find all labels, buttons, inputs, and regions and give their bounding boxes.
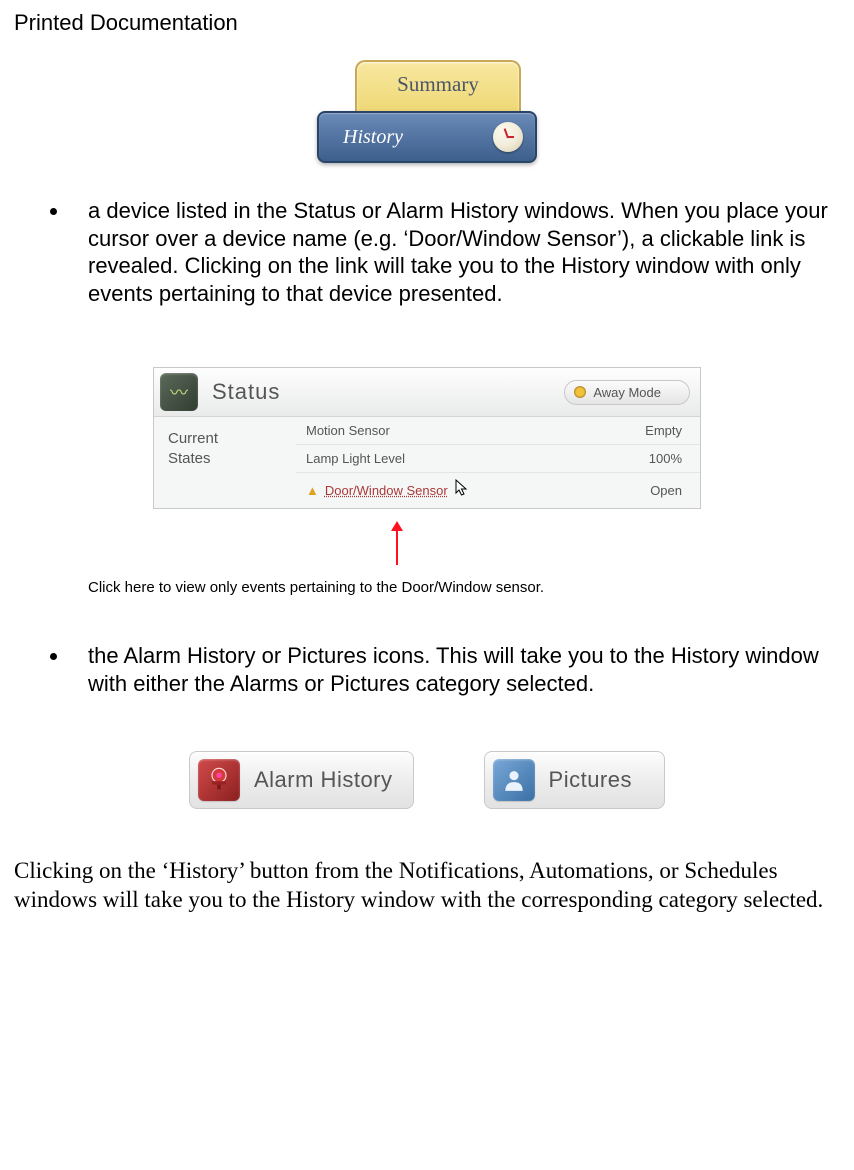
closing-paragraph: Clicking on the ‘History’ button from th… bbox=[14, 857, 840, 915]
warning-icon: ▲ bbox=[306, 483, 319, 498]
bullet-item-1: a device listed in the Status or Alarm H… bbox=[70, 197, 840, 307]
table-row: Motion Sensor Empty bbox=[296, 417, 700, 445]
table-row: Lamp Light Level 100% bbox=[296, 445, 700, 473]
arrow-up-icon bbox=[387, 521, 407, 565]
status-dot-icon bbox=[575, 387, 585, 397]
device-name[interactable]: Lamp Light Level bbox=[306, 451, 405, 466]
table-row: ▲ Door/Window Sensor Open bbox=[296, 473, 700, 508]
status-icon: 〰 bbox=[160, 373, 198, 411]
pulse-icon: 〰 bbox=[170, 379, 188, 405]
alarm-bell-icon bbox=[198, 759, 240, 801]
status-section-label: Current States bbox=[154, 417, 296, 508]
cursor-icon bbox=[454, 479, 471, 502]
mode-pill[interactable]: Away Mode bbox=[564, 380, 690, 405]
pictures-button[interactable]: Pictures bbox=[484, 751, 665, 809]
status-table: Motion Sensor Empty Lamp Light Level 100… bbox=[296, 417, 700, 508]
device-value: 100% bbox=[649, 451, 682, 466]
clock-icon bbox=[493, 122, 523, 152]
tab-history-label: History bbox=[343, 126, 403, 149]
device-link[interactable]: Door/Window Sensor bbox=[325, 483, 448, 498]
status-title: Status bbox=[212, 379, 280, 405]
status-header: 〰 Status Away Mode bbox=[154, 368, 700, 417]
figure-caption: Click here to view only events pertainin… bbox=[88, 579, 840, 596]
device-name[interactable]: Motion Sensor bbox=[306, 423, 390, 438]
person-icon bbox=[493, 759, 535, 801]
tab-summary[interactable]: Summary bbox=[355, 60, 521, 111]
page-header: Printed Documentation bbox=[14, 10, 840, 36]
device-value: Empty bbox=[645, 423, 682, 438]
tabs-figure: Summary History bbox=[14, 60, 840, 163]
device-value: Open bbox=[650, 483, 682, 498]
pictures-label: Pictures bbox=[549, 767, 632, 793]
mode-label: Away Mode bbox=[593, 385, 661, 400]
arrow-annotation bbox=[14, 521, 840, 565]
status-panel: 〰 Status Away Mode Current States Motion… bbox=[153, 367, 701, 509]
alarm-history-label: Alarm History bbox=[254, 767, 393, 793]
tab-history[interactable]: History bbox=[317, 111, 537, 163]
bullet-item-2: the Alarm History or Pictures icons. Thi… bbox=[70, 642, 840, 697]
alarm-history-button[interactable]: Alarm History bbox=[189, 751, 414, 809]
